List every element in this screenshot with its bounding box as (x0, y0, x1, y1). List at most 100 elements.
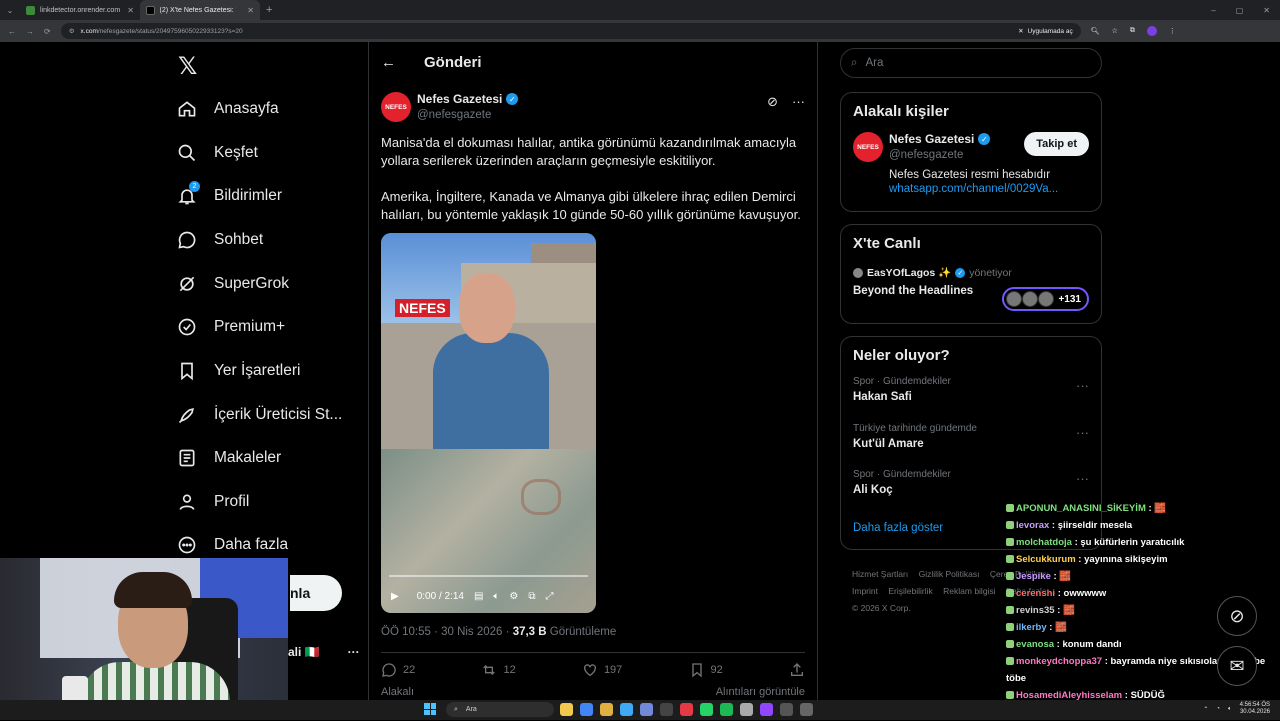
post-button[interactable]: nla (290, 575, 342, 611)
edge-icon[interactable] (620, 703, 633, 716)
nav-item-explore[interactable]: Keşfet (176, 142, 258, 164)
back-icon[interactable]: ← (8, 27, 16, 36)
relevance-sort[interactable]: Alakalı (381, 686, 414, 698)
more-options-icon[interactable]: ··· (1076, 425, 1089, 440)
tab-close-icon[interactable]: ✕ (247, 6, 254, 15)
related-avatar[interactable]: NEFES (853, 132, 883, 162)
settings-icon[interactable]: ⚙ (509, 591, 518, 602)
footer-link[interactable]: Gizlilik Politikası (919, 569, 980, 579)
extensions-icon[interactable]: ⧉ (1130, 27, 1135, 35)
footer-link[interactable]: Reklam bilgisi (943, 586, 995, 596)
author-avatar[interactable]: NEFES (381, 92, 411, 122)
nav-item-profile[interactable]: Profil (176, 491, 249, 513)
nav-item-notifications[interactable]: 2 Bildirimler (176, 181, 282, 207)
reload-icon[interactable]: ⟳ (44, 27, 51, 36)
repost-button[interactable]: 12 (481, 662, 516, 678)
bookmark-button[interactable]: 92 (689, 662, 723, 678)
clock[interactable]: 4:56:54 ÖS 30.04.2026 (1240, 702, 1270, 716)
nav-item-more[interactable]: Daha fazla (176, 534, 288, 556)
follow-button[interactable]: Takip et (1024, 132, 1089, 156)
view-quotes-link[interactable]: Alıntıları görüntüle (716, 686, 805, 698)
like-button[interactable]: 197 (582, 662, 622, 678)
start-icon[interactable] (424, 703, 436, 715)
live-host[interactable]: EasYOfLagos ✨ ✓ yönetiyor (841, 252, 1101, 279)
maximize-icon[interactable]: ▢ (1236, 6, 1244, 15)
browser-tab-x[interactable]: (2) X'te Nefes Gazetesi: "Manis ✕ (140, 0, 260, 20)
tab-close-icon[interactable]: ✕ (127, 6, 134, 15)
more-options-icon[interactable]: ··· (1076, 471, 1089, 486)
nav-item-creator-studio[interactable]: İçerik Üreticisi St... (176, 404, 342, 426)
messages-float-button[interactable]: ✉ (1217, 646, 1257, 686)
more-options-icon[interactable]: ··· (792, 94, 805, 110)
profile-avatar-icon[interactable] (1146, 26, 1157, 36)
pip-icon[interactable]: ⧉ (528, 591, 535, 602)
url-field[interactable]: ⚙ x.com /nefesgazete/status/204975960502… (60, 23, 1081, 39)
listener-avatars[interactable]: +131 (1002, 287, 1089, 311)
footer-link[interactable]: Erişilebilirlik (888, 586, 932, 596)
menu-icon[interactable]: ⋮ (1169, 27, 1176, 35)
site-info-icon[interactable]: ⚙ (69, 27, 75, 35)
x-logo-icon[interactable]: 𝕏 (178, 52, 197, 81)
trend-item[interactable]: Türkiye tarihinde gündemde Kut'ül Amare … (841, 419, 1101, 466)
play-icon[interactable]: ▶ (391, 591, 399, 602)
trend-item[interactable]: Spor · Gündemdekiler Hakan Safi ··· (841, 372, 1101, 419)
zoom-icon[interactable]: 🔍︎ (1091, 27, 1100, 35)
tab-title: (2) X'te Nefes Gazetesi: "Manis (159, 6, 237, 14)
tab-search-icon[interactable]: ⌄ (0, 6, 20, 15)
file-explorer-icon[interactable] (560, 703, 573, 716)
post-timestamp[interactable]: ÖÖ 10:55 · 30 Nis 2026 · (381, 626, 513, 638)
steam-icon[interactable] (660, 703, 673, 716)
taskbar-search[interactable]: ⌕ Ara (446, 702, 554, 717)
open-in-app-label: Uygulamada aç (1027, 27, 1073, 35)
volume-icon[interactable]: 🔈︎ (493, 591, 499, 602)
tray-chevron-icon[interactable]: ⌃ (1203, 706, 1208, 713)
related-link[interactable]: whatsapp.com/channel/0029Va... (889, 183, 1058, 195)
nav-item-supergrok[interactable]: SuperGrok (176, 273, 289, 295)
video-progress-bar[interactable] (389, 575, 588, 577)
view-label: Görüntüleme (546, 626, 617, 638)
share-button[interactable] (789, 662, 805, 678)
captions-icon[interactable]: ▤ (474, 591, 483, 602)
app-icon[interactable] (780, 703, 793, 716)
reply-button[interactable]: 22 (381, 662, 415, 678)
chrome-icon[interactable] (580, 703, 593, 716)
twitch-icon[interactable] (760, 703, 773, 716)
nav-item-premium[interactable]: Premium+ (176, 316, 285, 338)
app-icon[interactable] (680, 703, 693, 716)
app-icon[interactable] (800, 703, 813, 716)
related-person[interactable]: NEFES Nefes Gazetesi ✓ @nefesgazete Nefe… (841, 120, 1101, 205)
folder-icon[interactable] (600, 703, 613, 716)
more-options-icon[interactable]: ··· (348, 645, 360, 659)
video-player[interactable]: NEFES ▶ 0:00 / 2:14 ▤ 🔈︎ ⚙ ⧉ ⤢ (381, 233, 596, 613)
app-icon[interactable] (740, 703, 753, 716)
nav-item-home[interactable]: Anasayfa (176, 98, 279, 120)
new-tab-icon[interactable]: + (266, 4, 272, 16)
whatsapp-icon[interactable] (700, 703, 713, 716)
forward-icon[interactable]: → (26, 27, 34, 36)
search-input[interactable]: ⌕ Ara (840, 48, 1102, 78)
nav-item-chat[interactable]: Sohbet (176, 229, 263, 251)
spotify-icon[interactable] (720, 703, 733, 716)
star-icon[interactable]: ☆ (1112, 27, 1118, 35)
fullscreen-icon[interactable]: ⤢ (546, 591, 554, 602)
nav-item-articles[interactable]: Makaleler (176, 447, 281, 469)
close-window-icon[interactable]: ✕ (1263, 6, 1270, 15)
back-arrow-icon[interactable]: ← (381, 54, 396, 71)
discord-icon[interactable] (640, 703, 653, 716)
browser-tab-linkdetector[interactable]: linkdetector.onrender.com ✕ (20, 0, 140, 20)
more-options-icon[interactable]: ··· (1076, 378, 1089, 393)
open-in-app-chip[interactable]: ✕ Uygulamada aç (1018, 27, 1073, 36)
author-handle[interactable]: @nefesgazete (417, 109, 518, 121)
author-name[interactable]: Nefes Gazetesi (417, 92, 502, 106)
nav-item-bookmarks[interactable]: Yer İşaretleri (176, 360, 300, 382)
nav-profile-name[interactable]: ali 🇮🇹 ··· (288, 645, 360, 659)
minimize-icon[interactable]: – (1211, 6, 1215, 15)
network-icon[interactable]: ◔ (1216, 706, 1220, 712)
related-name[interactable]: Nefes Gazetesi (889, 132, 974, 146)
volume-icon[interactable]: 🔈︎ (1228, 706, 1232, 713)
grok-float-button[interactable]: ⊘ (1217, 596, 1257, 636)
grok-icon[interactable]: ⊘ (767, 94, 778, 110)
post-author[interactable]: NEFES Nefes Gazetesi ✓ @nefesgazete (381, 92, 519, 122)
footer-link[interactable]: Hizmet Şartları (852, 569, 908, 579)
footer-link[interactable]: Imprint (852, 586, 878, 596)
